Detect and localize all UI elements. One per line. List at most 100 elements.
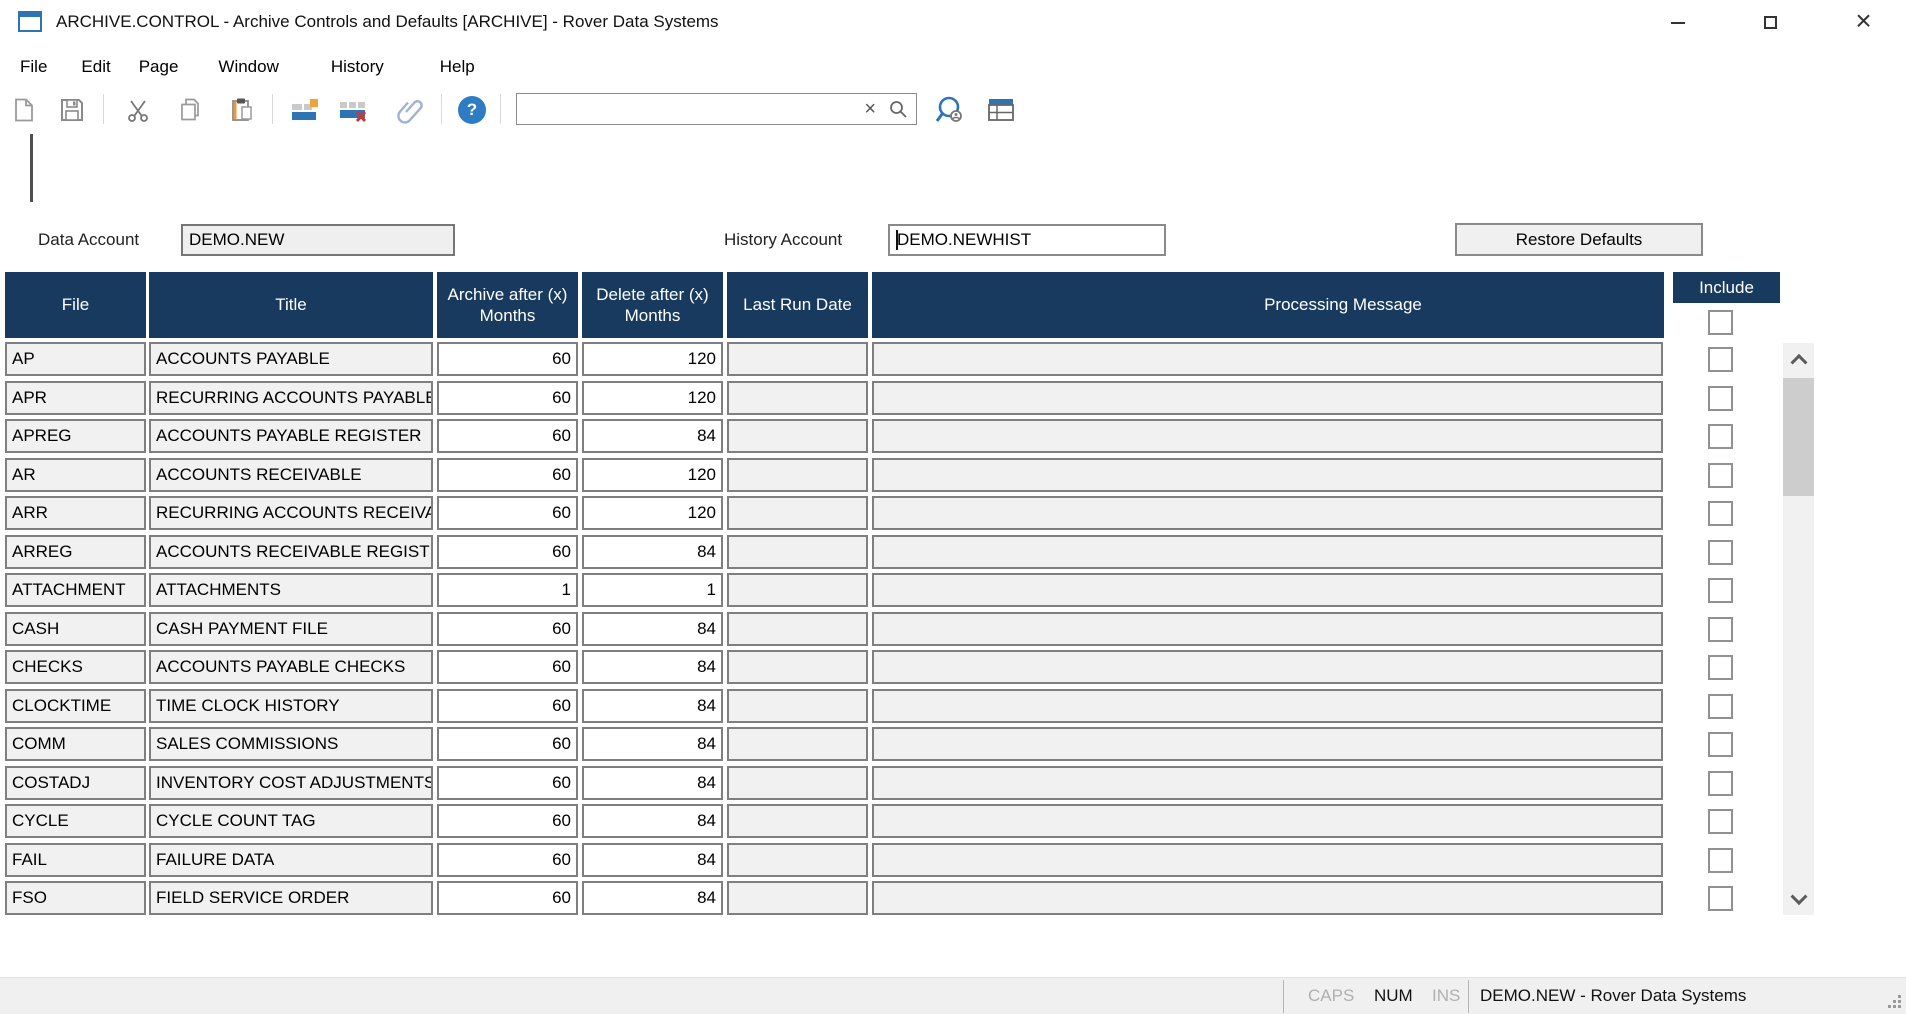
insert-row-button[interactable] (289, 94, 321, 126)
scroll-down-button[interactable] (1783, 880, 1814, 915)
find-record-icon (934, 94, 968, 126)
menu-page[interactable]: Page (139, 57, 179, 77)
new-document-icon (11, 97, 37, 123)
cell-archive-months[interactable]: 60 (437, 804, 578, 838)
include-checkbox[interactable] (1708, 848, 1733, 873)
application-window: ARCHIVE.CONTROL - Archive Controls and D… (0, 0, 1906, 1014)
save-button[interactable] (56, 94, 88, 126)
close-button[interactable]: × (1817, 0, 1906, 45)
cell-file: CLOCKTIME (5, 689, 146, 723)
column-header-delete-months[interactable]: Delete after (x) Months (582, 272, 723, 338)
menu-history[interactable]: History (331, 57, 384, 77)
grid-view-button[interactable] (986, 94, 1018, 126)
cell-archive-months[interactable]: 60 (437, 496, 578, 530)
menu-help[interactable]: Help (440, 57, 475, 77)
cell-archive-months[interactable]: 60 (437, 458, 578, 492)
copy-button[interactable] (174, 94, 206, 126)
resize-grip-icon[interactable] (1888, 995, 1902, 1009)
menu-edit[interactable]: Edit (81, 57, 110, 77)
cell-delete-months[interactable]: 84 (582, 650, 723, 684)
cell-archive-months[interactable]: 60 (437, 419, 578, 453)
menu-window[interactable]: Window (218, 57, 278, 77)
maximize-button[interactable] (1724, 0, 1817, 45)
minimize-button[interactable] (1631, 0, 1724, 45)
cell-archive-months[interactable]: 60 (437, 843, 578, 877)
include-checkbox[interactable] (1708, 501, 1733, 526)
cell-delete-months[interactable]: 120 (582, 342, 723, 376)
cell-delete-months[interactable]: 84 (582, 535, 723, 569)
cell-delete-months[interactable]: 84 (582, 881, 723, 915)
cell-archive-months[interactable]: 60 (437, 689, 578, 723)
cell-delete-months[interactable]: 84 (582, 766, 723, 800)
attach-button[interactable] (394, 94, 426, 126)
cell-archive-months[interactable]: 1 (437, 573, 578, 607)
history-account-label: History Account (724, 230, 842, 250)
include-checkbox[interactable] (1708, 424, 1733, 449)
cell-archive-months[interactable]: 60 (437, 766, 578, 800)
help-button[interactable]: ? (456, 94, 488, 126)
include-checkbox[interactable] (1708, 694, 1733, 719)
column-header-title[interactable]: Title (149, 272, 433, 338)
cell-file: CASH (5, 612, 146, 646)
paste-button[interactable] (226, 94, 258, 126)
clear-search-icon[interactable]: × (864, 99, 876, 119)
cell-delete-months[interactable]: 84 (582, 419, 723, 453)
data-account-field[interactable]: DEMO.NEW (181, 224, 455, 256)
status-bar: CAPS NUM INS DEMO.NEW - Rover Data Syste… (0, 977, 1906, 1014)
include-checkbox[interactable] (1708, 347, 1733, 372)
include-checkbox[interactable] (1708, 771, 1733, 796)
include-checkbox[interactable] (1708, 886, 1733, 911)
history-account-field[interactable]: DEMO.NEWHIST (888, 224, 1166, 256)
cell-processing-message (872, 650, 1663, 684)
delete-row-button[interactable] (337, 94, 369, 126)
copy-icon (177, 97, 203, 123)
column-header-processing-message[interactable]: Processing Message (872, 272, 1664, 338)
table-rows: AP ACCOUNTS PAYABLE 60 120 APR RECURRING… (0, 340, 1906, 918)
cell-archive-months[interactable]: 60 (437, 881, 578, 915)
include-checkbox[interactable] (1708, 463, 1733, 488)
include-checkbox[interactable] (1708, 540, 1733, 565)
column-header-last-run-date[interactable]: Last Run Date (727, 272, 868, 338)
cell-delete-months[interactable]: 1 (582, 573, 723, 607)
find-record-button[interactable] (933, 94, 969, 126)
cell-processing-message (872, 727, 1663, 761)
new-document-button[interactable] (8, 94, 40, 126)
search-icon[interactable] (888, 99, 908, 119)
column-header-archive-months[interactable]: Archive after (x) Months (437, 272, 578, 338)
include-checkbox[interactable] (1708, 809, 1733, 834)
table-row: AR ACCOUNTS RECEIVABLE 60 120 (0, 456, 1906, 495)
restore-defaults-button[interactable]: Restore Defaults (1455, 223, 1703, 256)
cell-archive-months[interactable]: 60 (437, 727, 578, 761)
cell-archive-months[interactable]: 60 (437, 381, 578, 415)
include-checkbox[interactable] (1708, 386, 1733, 411)
cell-archive-months[interactable]: 60 (437, 342, 578, 376)
include-all-checkbox[interactable] (1708, 310, 1733, 335)
cell-delete-months[interactable]: 120 (582, 496, 723, 530)
cell-delete-months[interactable]: 84 (582, 804, 723, 838)
cell-delete-months[interactable]: 120 (582, 381, 723, 415)
include-checkbox[interactable] (1708, 732, 1733, 757)
include-checkbox[interactable] (1708, 578, 1733, 603)
include-checkbox[interactable] (1708, 655, 1733, 680)
cut-button[interactable] (122, 94, 154, 126)
caps-lock-indicator: CAPS (1308, 986, 1354, 1006)
cell-delete-months[interactable]: 84 (582, 689, 723, 723)
cell-archive-months[interactable]: 60 (437, 650, 578, 684)
search-input[interactable] (517, 94, 864, 124)
cell-processing-message (872, 689, 1663, 723)
cell-delete-months[interactable]: 84 (582, 727, 723, 761)
scrollbar-thumb[interactable] (1783, 378, 1814, 496)
cell-delete-months[interactable]: 84 (582, 843, 723, 877)
column-header-include[interactable]: Include (1673, 272, 1780, 303)
cell-delete-months[interactable]: 84 (582, 612, 723, 646)
cell-file: CHECKS (5, 650, 146, 684)
cell-last-run-date (727, 727, 868, 761)
scroll-up-button[interactable] (1783, 343, 1814, 378)
window-title: ARCHIVE.CONTROL - Archive Controls and D… (56, 12, 719, 32)
column-header-file[interactable]: File (5, 272, 146, 338)
menu-file[interactable]: File (20, 57, 47, 77)
include-checkbox[interactable] (1708, 617, 1733, 642)
cell-archive-months[interactable]: 60 (437, 612, 578, 646)
cell-delete-months[interactable]: 120 (582, 458, 723, 492)
cell-archive-months[interactable]: 60 (437, 535, 578, 569)
